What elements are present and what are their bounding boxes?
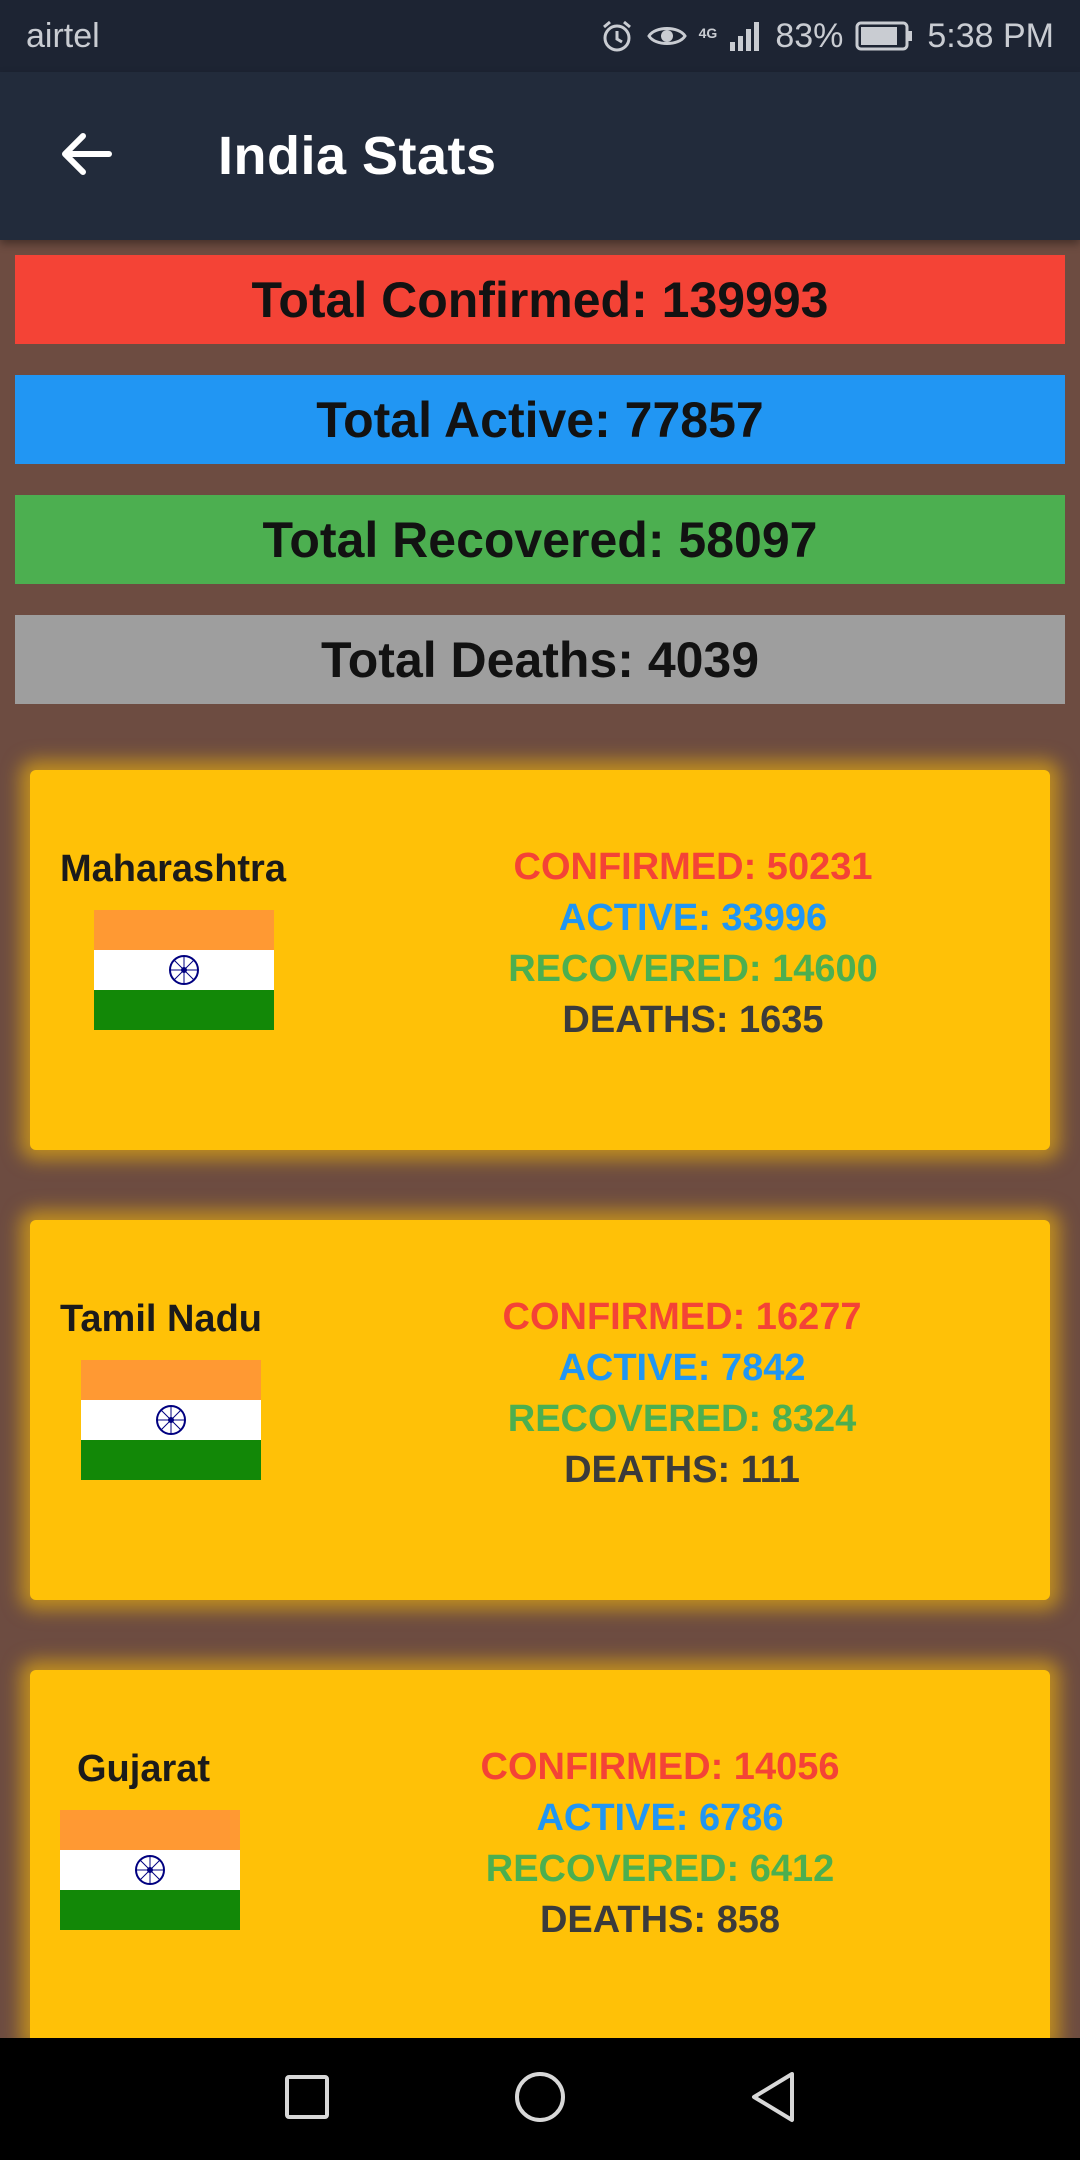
india-flag-icon [81,1360,261,1480]
recovered-count: RECOVERED: 6412 [485,1848,835,1890]
carrier-label: airtel [26,16,100,55]
totals-section: Total Confirmed: 139993 Total Active: 77… [15,255,1065,735]
state-name: Maharashtra [60,848,286,890]
status-icons: 4G 83% 5:38 PM [599,17,1054,56]
square-icon [283,2073,331,2126]
back-button[interactable] [0,72,170,240]
state-card-maharashtra[interactable]: Maharashtra CONFIRMED: 50231 ACTIVE: 339… [30,770,1050,1150]
home-button[interactable] [500,2059,580,2139]
active-count: ACTIVE: 7842 [558,1347,806,1389]
battery-icon [855,20,915,52]
signal-icon [729,20,763,52]
app-bar: India Stats [0,72,1080,240]
deaths-count: DEATHS: 1635 [562,999,824,1041]
state-card-gujarat[interactable]: Gujarat CONFIRMED: 14056 ACTIVE: 6786 RE… [30,1670,1050,2038]
deaths-count: DEATHS: 858 [539,1899,781,1941]
recovered-count: RECOVERED: 8324 [507,1398,857,1440]
confirmed-count: CONFIRMED: 14056 [480,1746,840,1788]
nav-back-button[interactable] [733,2059,813,2139]
total-confirmed-bar: Total Confirmed: 139993 [15,255,1065,344]
alarm-icon [599,18,635,54]
total-active-bar: Total Active: 77857 [15,375,1065,464]
state-stats: CONFIRMED: 50231 ACTIVE: 33996 RECOVERED… [413,842,973,1046]
active-count: ACTIVE: 6786 [536,1797,784,1839]
triangle-back-icon [748,2070,798,2129]
active-count: ACTIVE: 33996 [558,897,828,939]
network-type: 4G [698,24,718,41]
state-name: Tamil Nadu [60,1298,262,1340]
confirmed-count: CONFIRMED: 50231 [513,846,873,888]
deaths-count: DEATHS: 111 [564,1449,800,1491]
clock-time: 5:38 PM [927,16,1054,55]
india-flag-icon [60,1810,240,1930]
recents-button[interactable] [267,2059,347,2139]
battery-percent: 83% [775,16,844,55]
state-stats: CONFIRMED: 14056 ACTIVE: 6786 RECOVERED:… [380,1742,940,1946]
total-recovered-bar: Total Recovered: 58097 [15,495,1065,584]
state-card-tamil-nadu[interactable]: Tamil Nadu CONFIRMED: 16277 ACTIVE: 7842… [30,1220,1050,1600]
arrow-left-icon [57,130,113,183]
confirmed-count: CONFIRMED: 16277 [502,1296,862,1338]
system-nav-bar [0,2038,1080,2160]
status-bar: airtel 4G 83% 5:38 PM [0,0,1080,72]
recovered-count: RECOVERED: 14600 [508,948,878,990]
state-stats: CONFIRMED: 16277 ACTIVE: 7842 RECOVERED:… [402,1292,962,1496]
circle-icon [513,2070,567,2129]
total-deaths-bar: Total Deaths: 4039 [15,615,1065,704]
state-name: Gujarat [77,1748,211,1790]
eye-icon [646,21,687,51]
india-flag-icon [94,910,274,1030]
page-title: India Stats [218,126,497,186]
